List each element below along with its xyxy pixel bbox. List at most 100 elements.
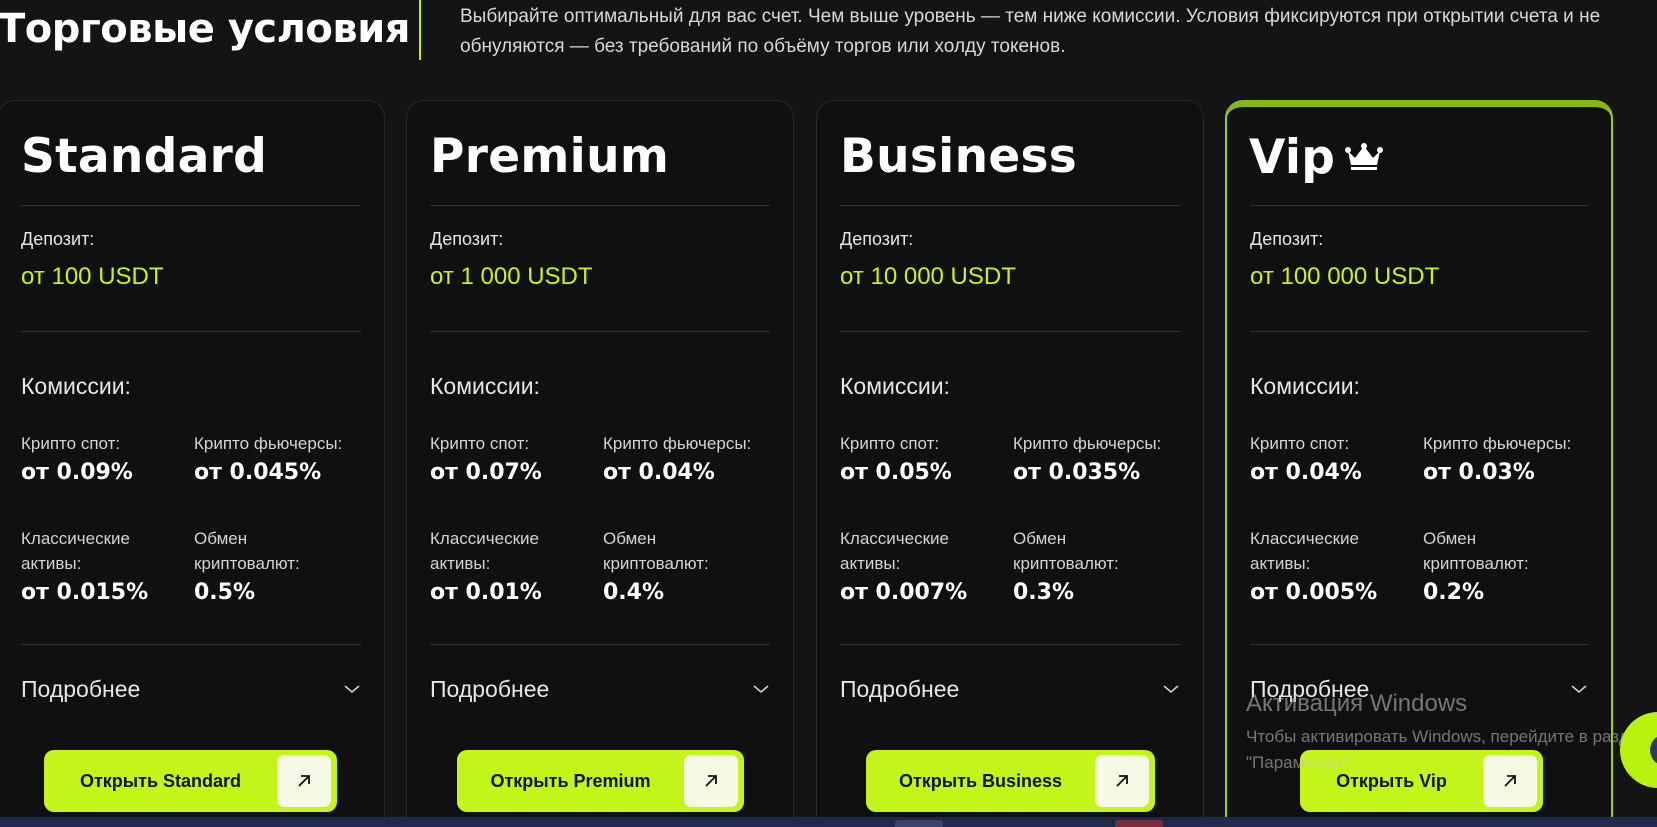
fees-label: Комиссии: — [840, 373, 950, 399]
fee-label: Крипто фьючерсы: — [1013, 434, 1162, 453]
fee-crypto-spot: Крипто спот: от 0.07% — [430, 431, 600, 485]
deposit-label: Депозит: — [430, 229, 504, 249]
plan-name: Vip — [1249, 130, 1384, 185]
fee-value: от 0.09% — [21, 460, 133, 485]
page-title: Торговые условия — [0, 6, 410, 52]
fee-label: Крипто спот: — [840, 434, 940, 453]
fee-value: от 0.007% — [840, 580, 968, 605]
fee-value: от 0.005% — [1250, 580, 1378, 605]
button-label: Открыть Standard — [79, 770, 242, 791]
fee-value: от 0.03% — [1423, 460, 1535, 485]
open-premium-button[interactable]: Открыть Premium — [457, 750, 744, 812]
fee-classic-assets: Классические активы: от 0.005% — [1250, 526, 1385, 605]
plan-name-text: Vip — [1249, 130, 1336, 185]
fee-label: Крипто фьючерсы: — [194, 434, 343, 453]
fee-value: от 0.01% — [430, 580, 542, 605]
fees-label: Комиссии: — [21, 373, 131, 399]
fee-value: от 0.07% — [430, 460, 542, 485]
fee-value: от 0.04% — [603, 460, 715, 485]
divider — [840, 644, 1180, 645]
fee-label: Классические активы: — [430, 529, 539, 573]
fee-value: от 0.015% — [21, 580, 149, 605]
windows-activation-watermark: Активация Windows Чтобы активировать Win… — [1246, 690, 1657, 776]
fee-value: 0.2% — [1423, 580, 1485, 605]
plan-name-text: Standard — [21, 129, 268, 184]
arrow-box — [684, 755, 738, 807]
open-standard-button[interactable]: Открыть Standard — [44, 750, 337, 812]
arrow-box — [1095, 755, 1149, 807]
fee-label: Обмен криптовалют: — [194, 529, 300, 573]
button-label: Открыть Business — [898, 770, 1063, 791]
fee-classic-assets: Классические активы: от 0.007% — [840, 526, 975, 605]
taskbar-app-icon[interactable] — [895, 820, 943, 827]
fee-label: Крипто спот: — [430, 434, 530, 453]
fee-crypto-spot: Крипто спот: от 0.09% — [21, 431, 191, 485]
plan-name: Standard — [21, 129, 267, 184]
watermark-title: Активация Windows — [1246, 690, 1468, 717]
fee-value: от 0.045% — [194, 460, 322, 485]
taskbar-app-icon[interactable] — [1115, 820, 1163, 827]
fee-crypto-exchange: Обмен криптовалют: 0.3% — [1013, 526, 1148, 605]
fee-label: Крипто фьючерсы: — [1423, 434, 1572, 453]
divider — [21, 205, 361, 206]
details-toggle[interactable]: Подробнее — [21, 673, 361, 705]
fee-value: 0.3% — [1013, 580, 1075, 605]
plan-name-text: Business — [840, 129, 1078, 184]
deposit-value: от 1 000 USDT — [430, 263, 593, 290]
fee-crypto-spot: Крипто спот: от 0.04% — [1250, 431, 1420, 485]
chevron-down-icon — [753, 685, 769, 694]
fee-label: Классические активы: — [840, 529, 949, 573]
divider — [1250, 205, 1588, 206]
arrow-up-right-icon — [705, 775, 717, 787]
fee-value: 0.4% — [603, 580, 665, 605]
details-label: Подробнее — [840, 675, 960, 702]
fee-label: Крипто спот: — [1250, 434, 1350, 453]
divider — [430, 331, 770, 332]
plan-card-business: Business Депозит: от 10 000 USDT Комиссии: К… — [816, 100, 1204, 827]
fee-label: Крипто спот: — [21, 434, 121, 453]
fee-crypto-spot: Крипто спот: от 0.05% — [840, 431, 1010, 485]
divider — [430, 644, 770, 645]
open-business-button[interactable]: Открыть Business — [866, 750, 1155, 812]
fee-classic-assets: Классические активы: от 0.01% — [430, 526, 565, 605]
details-label: Подробнее — [430, 675, 550, 702]
fee-crypto-futures: Крипто фьючерсы: от 0.04% — [603, 431, 773, 485]
fee-label: Обмен криптовалют: — [1423, 529, 1529, 573]
deposit-value: от 100 USDT — [21, 263, 164, 290]
details-toggle[interactable]: Подробнее — [840, 673, 1180, 705]
watermark-text: Чтобы активировать Windows, перейдите в … — [1246, 727, 1648, 772]
divider — [430, 205, 770, 206]
arrow-up-right-icon — [298, 775, 310, 787]
details-label: Подробнее — [21, 675, 141, 702]
divider — [840, 331, 1180, 332]
crown-icon — [1345, 143, 1384, 170]
fee-crypto-exchange: Обмен криптовалют: 0.2% — [1423, 526, 1558, 605]
chevron-down-icon — [1163, 685, 1179, 694]
details-toggle[interactable]: Подробнее — [430, 673, 770, 705]
divider — [21, 644, 361, 645]
chevron-down-icon — [344, 685, 360, 694]
deposit-label: Депозит: — [840, 229, 914, 249]
divider — [840, 205, 1180, 206]
divider — [21, 331, 361, 332]
chat-icon — [1650, 734, 1657, 766]
fee-crypto-futures: Крипто фьючерсы: от 0.03% — [1423, 431, 1593, 485]
fee-value: от 0.04% — [1250, 460, 1362, 485]
fee-label: Классические активы: — [21, 529, 130, 573]
fees-label: Комиссии: — [430, 373, 540, 399]
fee-crypto-futures: Крипто фьючерсы: от 0.045% — [194, 431, 364, 485]
fee-label: Обмен криптовалют: — [1013, 529, 1119, 573]
plan-name: Business — [840, 129, 1077, 184]
deposit-label: Депозит: — [21, 229, 95, 249]
plan-name: Premium — [430, 129, 669, 184]
title-divider — [419, 0, 421, 60]
arrow-up-right-icon — [1116, 775, 1128, 787]
fee-crypto-futures: Крипто фьючерсы: от 0.035% — [1013, 431, 1183, 485]
divider — [1250, 331, 1588, 332]
divider — [1250, 644, 1588, 645]
fees-label: Комиссии: — [1250, 373, 1360, 399]
button-label: Открыть Premium — [490, 770, 651, 791]
fee-label: Обмен криптовалют: — [603, 529, 709, 573]
fee-label: Классические активы: — [1250, 529, 1359, 573]
deposit-label: Депозит: — [1250, 229, 1324, 249]
